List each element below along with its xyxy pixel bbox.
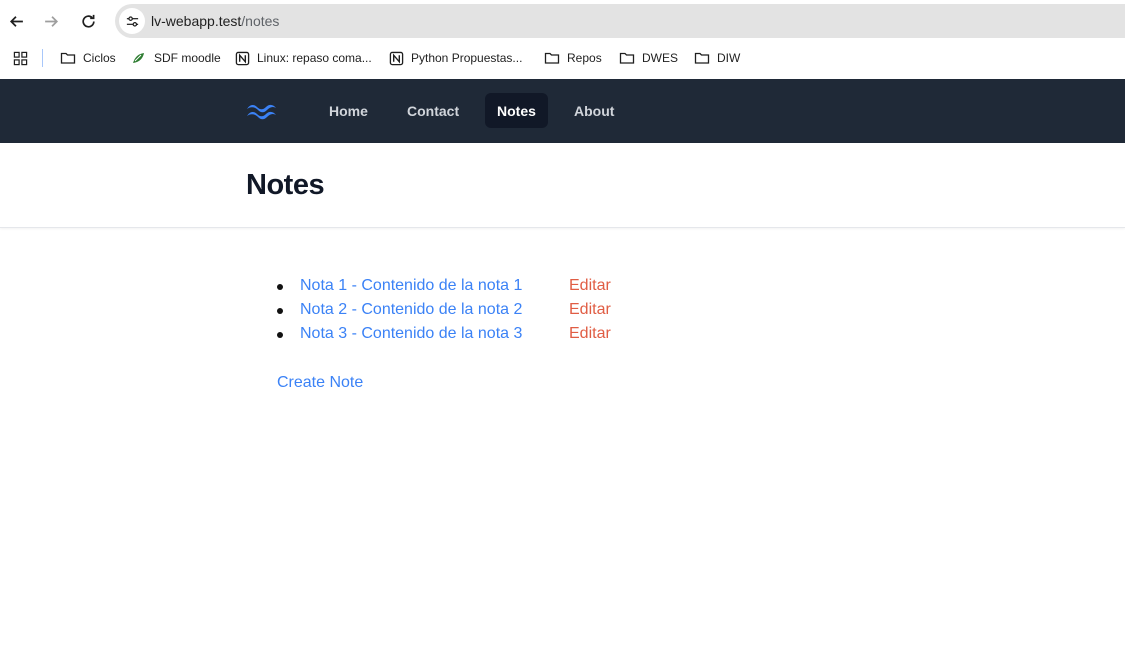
reload-button[interactable] — [75, 8, 101, 34]
edit-link[interactable]: Editar — [569, 301, 611, 319]
tune-icon — [126, 15, 138, 27]
bookmark-label: DIW — [717, 51, 741, 65]
bookmark-label: SDF moodle — [154, 51, 221, 65]
list-item: Nota 2 - Contenido de la nota 2 Editar — [277, 299, 777, 323]
bookmarks-separator — [42, 49, 43, 67]
url-text[interactable]: lv-webapp.test/notes — [151, 13, 279, 29]
notion-icon — [388, 50, 404, 66]
notes-list: Nota 1 - Contenido de la nota 1 Editar N… — [277, 275, 777, 347]
folder-icon — [694, 50, 710, 66]
nav-link-home[interactable]: Home — [317, 93, 380, 128]
bookmark-linux[interactable]: Linux: repaso coma... — [234, 42, 372, 74]
bullet-marker — [277, 332, 283, 338]
list-item: Nota 3 - Contenido de la nota 3 Editar — [277, 323, 777, 347]
main-navbar: Home Contact Notes About — [0, 79, 1125, 143]
back-button[interactable] — [3, 8, 29, 34]
apps-button[interactable] — [12, 42, 35, 74]
moodle-icon — [131, 50, 147, 66]
folder-icon — [544, 50, 560, 66]
notion-icon — [234, 50, 250, 66]
nav-link-about[interactable]: About — [562, 93, 626, 128]
bookmark-label: Python Propuestas... — [411, 51, 523, 65]
create-note-link[interactable]: Create Note — [277, 374, 363, 392]
list-item: Nota 1 - Contenido de la nota 1 Editar — [277, 275, 777, 299]
page-title: Notes — [246, 169, 325, 201]
bookmark-label: DWES — [642, 51, 678, 65]
bookmark-diw[interactable]: DIW — [694, 42, 740, 74]
bookmark-python[interactable]: Python Propuestas... — [388, 42, 522, 74]
bookmark-label: Linux: repaso coma... — [257, 51, 372, 65]
folder-icon — [619, 50, 635, 66]
bookmark-sdf-moodle[interactable]: SDF moodle — [131, 42, 221, 74]
page-header: Notes — [0, 143, 1125, 228]
browser-toolbar: lv-webapp.test/notes — [0, 0, 1125, 42]
bookmark-ciclos[interactable]: Ciclos — [60, 42, 116, 74]
apps-grid-icon — [12, 50, 28, 66]
note-link[interactable]: Nota 3 - Contenido de la nota 3 — [300, 325, 522, 343]
bullet-marker — [277, 308, 283, 314]
folder-icon — [60, 50, 76, 66]
bookmark-label: Repos — [567, 51, 602, 65]
nav-link-notes[interactable]: Notes — [485, 93, 548, 128]
edit-link[interactable]: Editar — [569, 325, 611, 343]
forward-button[interactable] — [38, 8, 64, 34]
site-info-button[interactable] — [119, 8, 145, 34]
bullet-marker — [277, 284, 283, 290]
address-bar[interactable]: lv-webapp.test/notes — [115, 4, 1125, 38]
reload-icon — [81, 14, 95, 28]
edit-link[interactable]: Editar — [569, 277, 611, 295]
bookmark-dwes[interactable]: DWES — [619, 42, 678, 74]
note-link[interactable]: Nota 2 - Contenido de la nota 2 — [300, 301, 522, 319]
bookmark-repos[interactable]: Repos — [544, 42, 602, 74]
arrow-left-icon — [9, 15, 23, 27]
note-link[interactable]: Nota 1 - Contenido de la nota 1 — [300, 277, 522, 295]
nav-link-contact[interactable]: Contact — [395, 93, 471, 128]
tailwind-logo-icon[interactable] — [246, 101, 278, 121]
url-path: /notes — [241, 13, 280, 29]
bookmark-label: Ciclos — [83, 51, 116, 65]
arrow-right-icon — [44, 15, 58, 27]
url-host: lv-webapp.test — [151, 13, 242, 29]
